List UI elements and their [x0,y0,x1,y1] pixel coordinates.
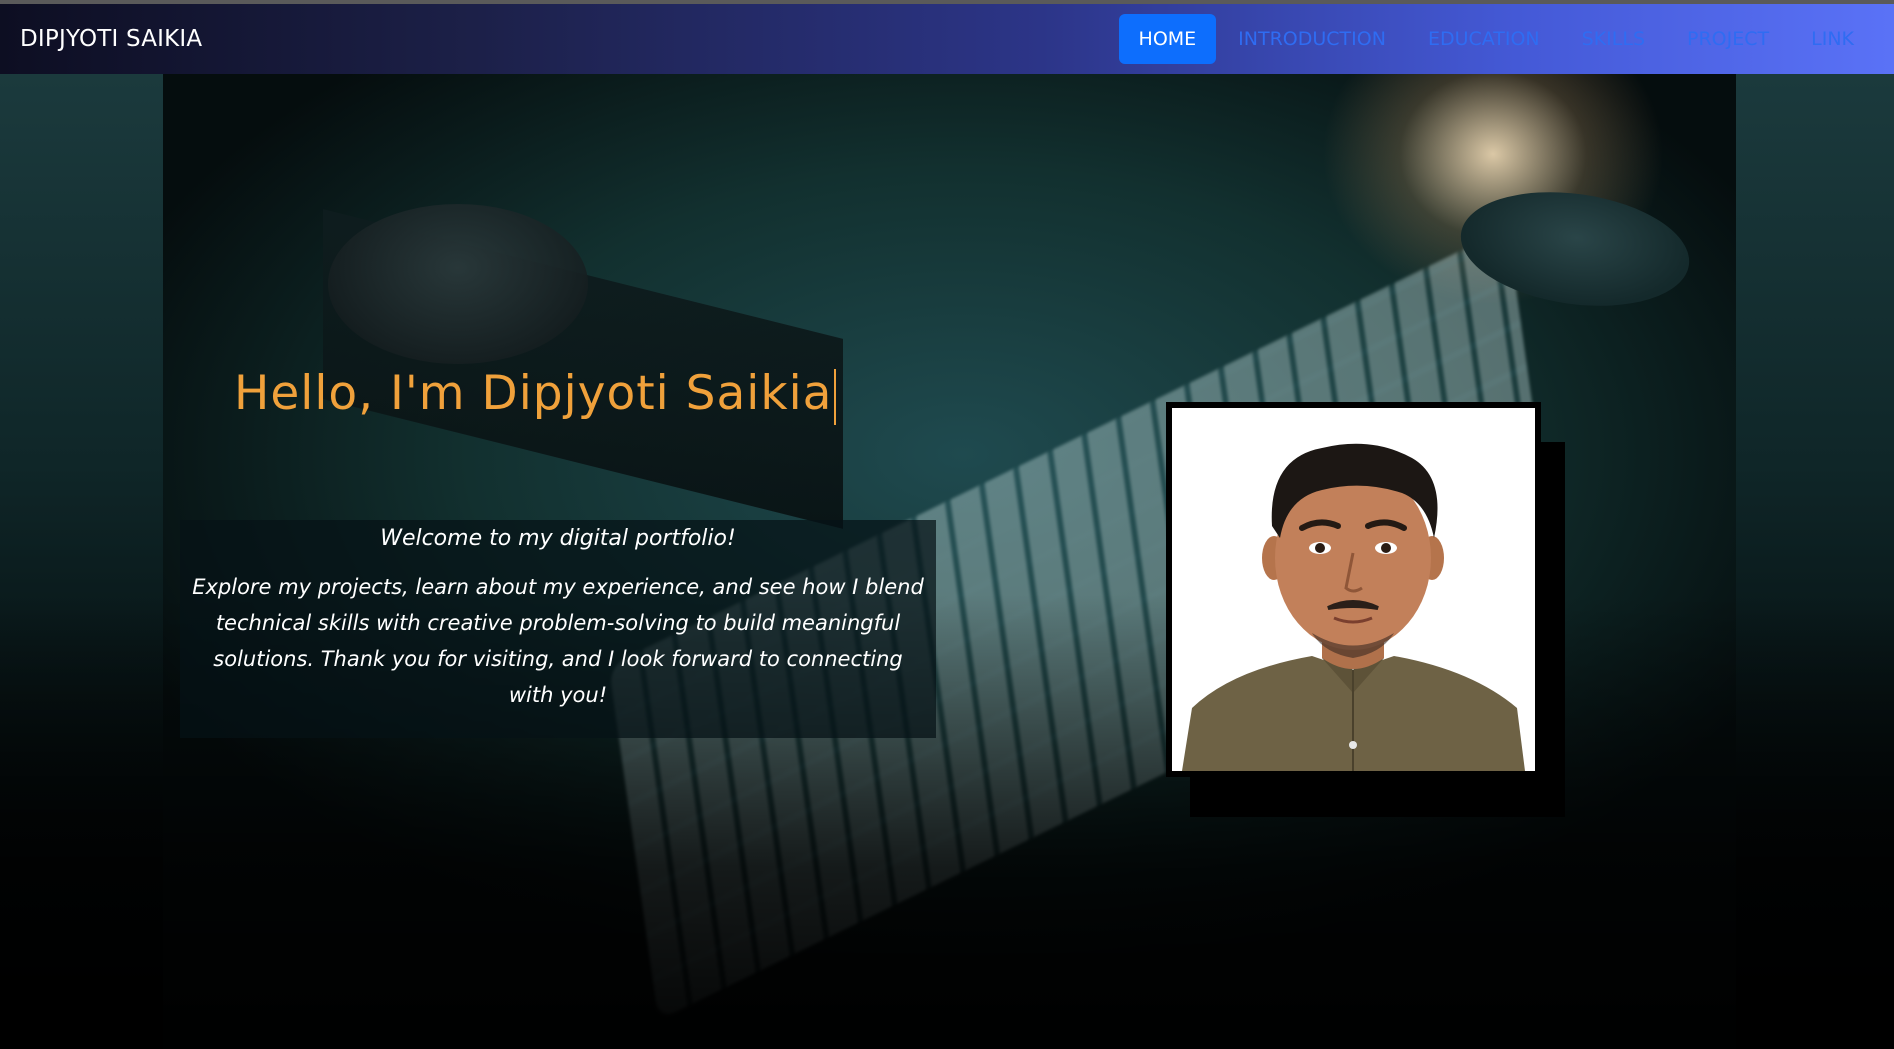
nav-link-education[interactable]: EDUCATION [1408,14,1560,64]
brand-logo[interactable]: DIPJYOTI SAIKIA [20,26,202,52]
nav-link-link[interactable]: LINK [1791,14,1874,64]
hero-heading: Hello, I'm Dipjyoti Saikia [234,366,837,425]
navbar: DIPJYOTI SAIKIA HOME INTRODUCTION EDUCAT… [0,4,1894,74]
nav-link-skills[interactable]: SKILLS [1562,14,1665,64]
background-speaker [328,204,588,364]
welcome-text: Welcome to my digital portfolio! [380,526,736,551]
nav-link-home[interactable]: HOME [1118,14,1217,64]
intro-box: Welcome to my digital portfolio! Explore… [180,520,936,738]
hero-heading-text: Hello, I'm Dipjyoti Saikia [234,366,833,421]
profile-photo-frame [1166,402,1541,777]
nav-link-introduction[interactable]: INTRODUCTION [1218,14,1406,64]
nav-links: HOME INTRODUCTION EDUCATION SKILLS PROJE… [1117,4,1874,74]
profile-portrait-illustration [1182,443,1525,771]
intro-description: Explore my projects, learn about my expe… [192,575,924,707]
profile-photo [1172,408,1535,771]
typing-cursor [834,368,837,425]
nav-link-project[interactable]: PROJECT [1667,14,1789,64]
